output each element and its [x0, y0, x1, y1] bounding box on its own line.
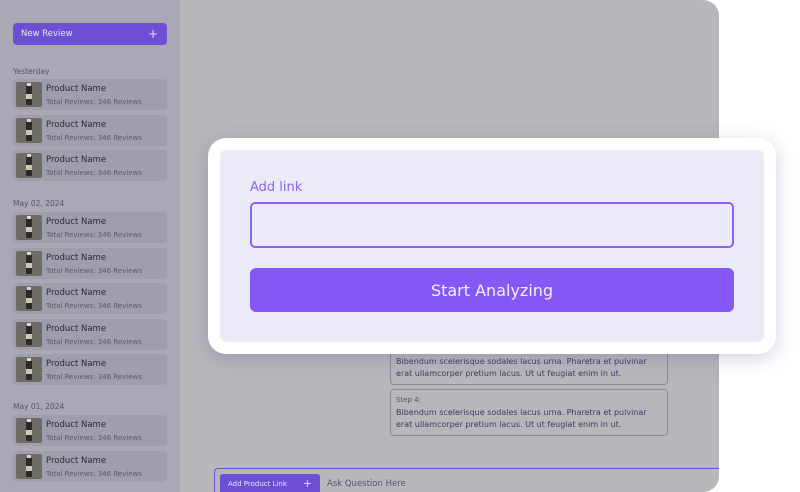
product-thumbnail: [16, 418, 42, 443]
product-thumbnail: [16, 82, 42, 107]
history-item[interactable]: Product Name Total Reviews: 346 Reviews: [13, 450, 167, 482]
product-name: Product Name: [46, 217, 107, 227]
bottle-cap-shape: [27, 454, 31, 458]
history-item[interactable]: Product Name Total Reviews: 346 Reviews: [13, 212, 167, 243]
new-review-button[interactable]: New Review +: [13, 23, 167, 45]
history-group-label: May 02, 2024: [13, 199, 65, 208]
add-link-modal: Add link Start Analyzing: [208, 138, 776, 354]
history-item[interactable]: Product Name Total Reviews: 346 Reviews: [13, 114, 167, 146]
history-item[interactable]: Product Name Total Reviews: 346 Reviews: [13, 247, 167, 279]
bottle-cap-shape: [27, 419, 31, 422]
product-name: Product Name: [46, 359, 107, 369]
bottle-cap-shape: [27, 216, 31, 219]
bottle-cap-shape: [27, 154, 31, 157]
add-product-link-button[interactable]: Add Product Link +: [220, 474, 320, 492]
bottle-label-shape: [26, 333, 32, 339]
history-item[interactable]: Product Name Total Reviews: 346 Reviews: [13, 354, 167, 385]
bottle-cap-shape: [27, 118, 31, 122]
product-review-count: Total Reviews: 346 Reviews: [46, 169, 142, 177]
product-review-count: Total Reviews: 346 Reviews: [46, 266, 142, 275]
history-group-label: Yesterday: [13, 67, 50, 76]
product-thumbnail: [16, 153, 42, 178]
step-card: Bibendum scelerisque sodales lacus urna.…: [390, 351, 668, 385]
bottle-label-shape: [26, 165, 32, 170]
product-review-count: Total Reviews: 346 Reviews: [46, 133, 142, 142]
step-title: Step 4:: [396, 396, 421, 404]
sidebar: New Review + Yesterday Product Name Total …: [0, 0, 180, 492]
plus-icon: +: [147, 27, 158, 41]
bottle-label-shape: [26, 298, 32, 303]
product-name: Product Name: [46, 119, 107, 130]
product-thumbnail: [16, 286, 42, 311]
product-review-count: Total Reviews: 346 Reviews: [46, 337, 142, 346]
bottle-cap-shape: [27, 251, 31, 255]
step-text: Bibendum scelerisque sodales lacus urna.…: [396, 408, 647, 429]
product-thumbnail: [16, 357, 42, 382]
bottle-label-shape: [26, 129, 32, 135]
product-name: Product Name: [46, 455, 107, 466]
product-name: Product Name: [46, 288, 107, 298]
product-name: Product Name: [46, 420, 107, 430]
product-review-count: Total Reviews: 346 Reviews: [46, 373, 142, 381]
ask-question-input[interactable]: [327, 477, 707, 491]
plus-icon: +: [302, 477, 312, 490]
new-review-label: New Review: [21, 29, 73, 39]
bottle-label-shape: [26, 94, 32, 99]
product-thumbnail: [16, 215, 42, 240]
bottle-label-shape: [26, 369, 32, 374]
bottle-cap-shape: [27, 83, 31, 86]
product-review-count: Total Reviews: 346 Reviews: [46, 231, 142, 239]
product-review-count: Total Reviews: 346 Reviews: [46, 434, 142, 442]
history-item[interactable]: Product Name Total Reviews: 346 Reviews: [13, 283, 167, 314]
start-analyzing-button[interactable]: Start Analyzing: [250, 268, 734, 312]
product-name: Product Name: [46, 252, 107, 263]
history-item[interactable]: Product Name Total Reviews: 346 Reviews: [13, 415, 167, 446]
product-name: Product Name: [46, 155, 107, 165]
step-text: Bibendum scelerisque sodales lacus urna.…: [396, 357, 647, 378]
bottle-cap-shape: [27, 287, 31, 290]
history-group-label: May 01, 2024: [13, 402, 65, 411]
bottle-cap-shape: [27, 358, 31, 361]
product-thumbnail: [16, 321, 42, 347]
product-review-count: Total Reviews: 346 Reviews: [46, 469, 142, 478]
product-thumbnail: [16, 250, 42, 276]
bottle-label-shape: [26, 227, 32, 232]
bottle-cap-shape: [27, 322, 31, 326]
history-item[interactable]: Product Name Total Reviews: 346 Reviews: [13, 79, 167, 110]
chat-input-bar: Add Product Link +: [214, 468, 719, 492]
product-name: Product Name: [46, 84, 107, 94]
product-name: Product Name: [46, 323, 107, 334]
product-thumbnail: [16, 117, 42, 143]
link-input[interactable]: [250, 202, 734, 248]
modal-body: Add link Start Analyzing: [220, 150, 764, 342]
add-product-link-label: Add Product Link: [228, 479, 287, 488]
bottle-label-shape: [26, 430, 32, 435]
history-item[interactable]: Product Name Total Reviews: 346 Reviews: [13, 318, 167, 350]
step-card: Step 4: Bibendum scelerisque sodales lac…: [390, 389, 668, 436]
history-item[interactable]: Product Name Total Reviews: 346 Reviews: [13, 150, 167, 181]
add-link-label: Add link: [250, 180, 303, 195]
product-thumbnail: [16, 453, 42, 479]
product-review-count: Total Reviews: 346 Reviews: [46, 302, 142, 310]
bottle-label-shape: [26, 262, 32, 268]
bottle-label-shape: [26, 465, 32, 471]
product-review-count: Total Reviews: 346 Reviews: [46, 98, 142, 106]
